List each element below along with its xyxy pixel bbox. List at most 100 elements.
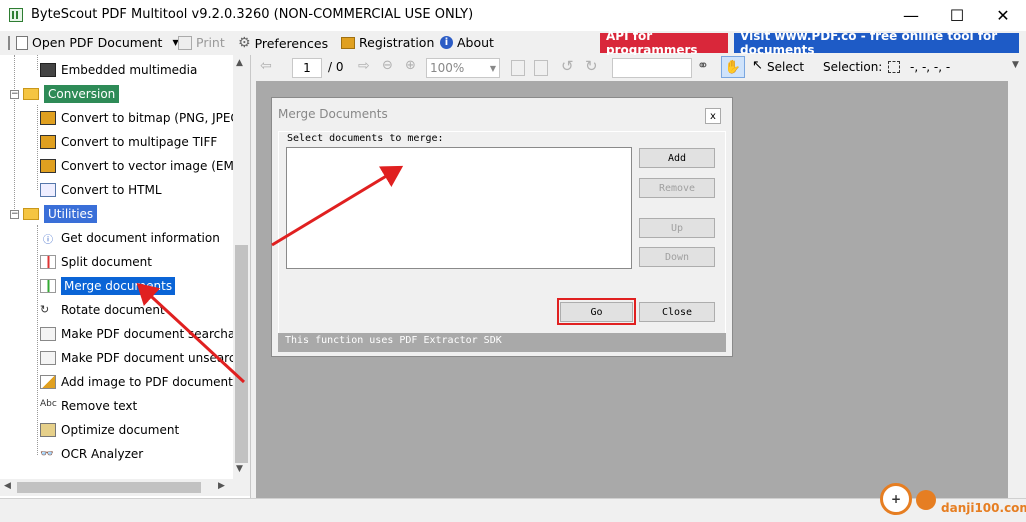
watermark-dot-icon — [916, 490, 936, 510]
tree-category-conversion[interactable]: − Conversion — [10, 83, 120, 105]
tree-item-convert-emf[interactable]: Convert to vector image (EMF) — [40, 155, 233, 177]
tree-item-get-info[interactable]: ⓘ Get document information — [40, 227, 220, 249]
select-tool-label[interactable]: Select — [767, 60, 804, 74]
folder-open-icon — [23, 88, 39, 100]
fit-page-icon[interactable] — [511, 60, 525, 76]
gear-icon: ⚙ — [238, 35, 251, 51]
tree-item-label: Convert to multipage TIFF — [61, 135, 218, 149]
tree-item-convert-html[interactable]: Convert to HTML — [40, 179, 162, 201]
merge-documents-dialog: Merge Documents x Select documents to me… — [271, 97, 733, 357]
scroll-up-arrow-icon[interactable]: ▲ — [236, 58, 243, 68]
tree-item-label: OCR Analyzer — [61, 447, 144, 461]
watermark-logo-icon: + — [880, 483, 912, 515]
binoculars-icon[interactable]: ⚭ — [697, 58, 709, 74]
tree-viewport: Embedded multimedia − Conversion Convert… — [0, 55, 233, 479]
tree-item-label: Make PDF document searchable — [61, 327, 233, 341]
selection-label: Selection: — [823, 60, 883, 74]
scroll-left-arrow-icon[interactable]: ◀ — [4, 481, 11, 491]
tree-item-remove-text[interactable]: Abc Remove text — [40, 395, 137, 417]
sidebar-scroll-thumb[interactable] — [235, 245, 248, 463]
tree-item-embedded-multimedia[interactable]: Embedded multimedia — [40, 59, 197, 81]
tree-item-merge[interactable]: Merge documents — [40, 275, 176, 297]
maximize-button[interactable]: ☐ — [934, 0, 980, 31]
zoom-in-icon[interactable]: ⊕ — [405, 58, 416, 73]
registration-icon — [341, 36, 355, 49]
toolbar-overflow-icon[interactable]: ▼ — [1012, 60, 1019, 70]
next-page-icon[interactable]: ⇨ — [358, 58, 370, 74]
info-icon: i — [440, 36, 453, 49]
rotate-left-icon[interactable]: ↺ — [561, 57, 574, 75]
tree-category-utilities[interactable]: − Utilities — [10, 203, 98, 225]
open-document-label: Open PDF Document — [32, 35, 163, 50]
remove-button[interactable]: Remove — [639, 178, 715, 198]
document-icon — [16, 35, 28, 50]
merge-icon — [40, 279, 56, 293]
add-button[interactable]: Add — [639, 148, 715, 168]
tree-item-label: Rotate document — [61, 303, 165, 317]
tree-item-label: Convert to vector image (EMF) — [61, 159, 233, 173]
tree-item-convert-bitmap[interactable]: Convert to bitmap (PNG, JPEG, ... — [40, 107, 233, 129]
search-input[interactable] — [612, 58, 692, 78]
minimize-button[interactable]: — — [888, 0, 934, 31]
previous-page-icon[interactable]: ⇦ — [260, 58, 272, 74]
tree-item-ocr-analyzer[interactable]: 👓 OCR Analyzer — [40, 443, 143, 465]
info-icon: ⓘ — [43, 235, 53, 246]
tree-item-split[interactable]: Split document — [40, 251, 152, 273]
page-number-input[interactable]: 1 — [292, 58, 322, 78]
preferences-label: Preferences — [254, 35, 329, 51]
api-for-programmers-button[interactable]: API for programmers — [600, 29, 728, 57]
status-bar — [0, 498, 1026, 522]
registration-label: Registration — [359, 35, 435, 50]
right-tool-strip — [1008, 81, 1026, 498]
go-button[interactable]: Go — [560, 302, 633, 322]
zoom-value: 100% — [430, 61, 465, 75]
tree-item-convert-tiff[interactable]: Convert to multipage TIFF — [40, 131, 217, 153]
tree-item-optimize[interactable]: Optimize document — [40, 419, 179, 441]
about-label: About — [457, 35, 494, 50]
remove-text-icon: Abc — [40, 399, 57, 409]
registration-menu[interactable]: Registration — [341, 35, 434, 50]
tree-item-searchable[interactable]: Make PDF document searchable — [40, 323, 233, 345]
tree-item-label: Add image to PDF document — [61, 375, 233, 389]
sidebar-hscroll-thumb[interactable] — [17, 482, 201, 493]
collapse-icon: − — [10, 208, 19, 219]
dialog-close-icon[interactable]: x — [705, 108, 721, 124]
hand-tool-icon[interactable]: ✋ — [721, 56, 745, 78]
tree-line — [37, 225, 38, 455]
category-label: Utilities — [44, 205, 98, 223]
fit-width-icon[interactable] — [534, 60, 548, 76]
print-label: Print — [196, 35, 225, 50]
documents-list[interactable] — [286, 147, 632, 269]
split-icon — [40, 255, 56, 269]
rotate-right-icon[interactable]: ↻ — [585, 57, 598, 75]
printer-icon — [178, 35, 192, 50]
folder-open-icon — [23, 208, 39, 220]
visit-pdfco-button[interactable]: Visit www.PDF.co - free online tool for … — [734, 29, 1019, 57]
up-button[interactable]: Up — [639, 218, 715, 238]
scroll-down-arrow-icon[interactable]: ▼ — [236, 464, 243, 474]
rotate-icon: ↻ — [40, 303, 50, 316]
image-icon — [40, 111, 56, 125]
print-menu[interactable]: Print — [178, 35, 225, 50]
tree-item-add-image[interactable]: Add image to PDF document — [40, 371, 233, 393]
add-image-icon — [40, 375, 56, 389]
scroll-right-arrow-icon[interactable]: ▶ — [218, 481, 225, 491]
collapse-icon: − — [10, 88, 19, 99]
about-menu[interactable]: i About — [440, 35, 494, 50]
tree-item-rotate[interactable]: ↻ Rotate document — [40, 299, 165, 321]
window-title: ByteScout PDF Multitool v9.2.0.3260 (NON… — [31, 7, 474, 22]
tree-line — [37, 55, 38, 70]
preferences-menu[interactable]: ⚙ Preferences — [238, 35, 328, 51]
zoom-out-icon[interactable]: ⊖ — [382, 58, 393, 73]
zoom-select[interactable]: 100% ▼ — [426, 58, 500, 78]
select-cursor-icon[interactable]: ↖ — [752, 58, 763, 73]
down-button[interactable]: Down — [639, 247, 715, 267]
close-button[interactable]: ✕ — [980, 0, 1026, 31]
selection-box-icon — [888, 61, 900, 73]
tree-item-unsearchable[interactable]: Make PDF document unsearchable — [40, 347, 233, 369]
open-document-menu[interactable]: Open PDF Document ▼ — [8, 35, 179, 50]
tree-line — [14, 55, 15, 215]
tree-item-label: Split document — [61, 255, 152, 269]
tree-item-label: Convert to bitmap (PNG, JPEG, ... — [61, 111, 233, 125]
close-dialog-button[interactable]: Close — [639, 302, 715, 322]
